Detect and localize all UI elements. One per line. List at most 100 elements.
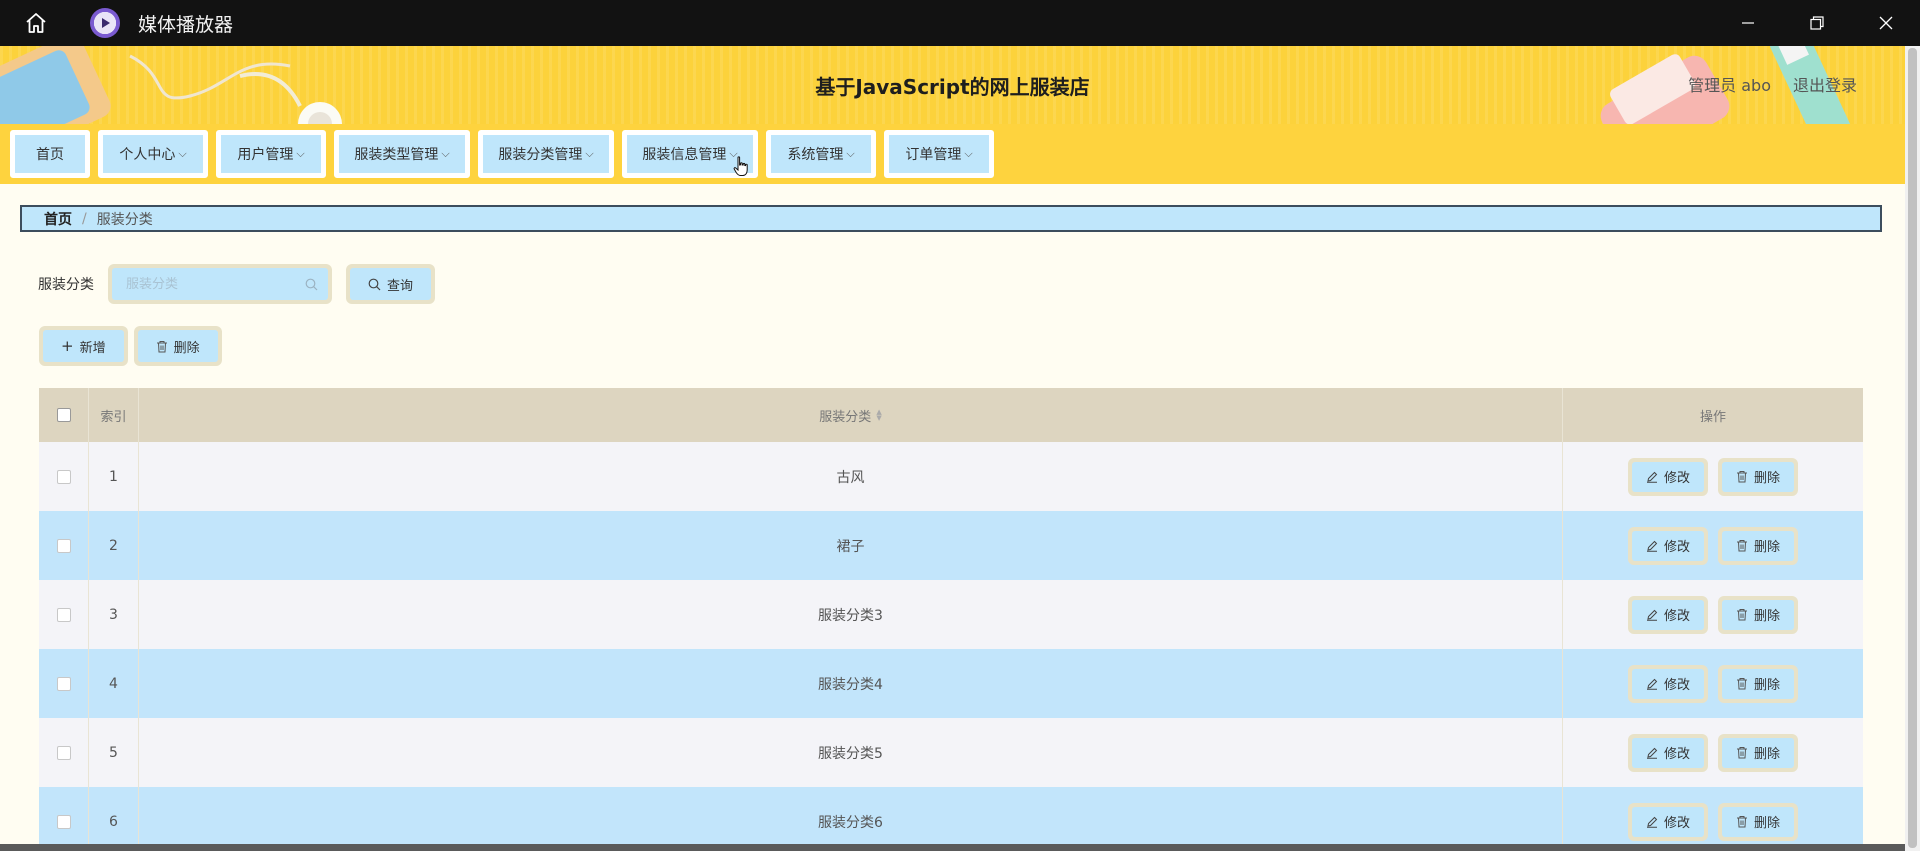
operation-header: 操作	[1699, 409, 1726, 425]
nav-clothing-category-management[interactable]: 服装分类管理 ⌵	[478, 130, 614, 178]
window-title: 媒体播放器	[138, 13, 234, 36]
add-button[interactable]: + 新增	[43, 330, 124, 362]
restore-icon[interactable]	[1782, 0, 1851, 46]
table-row: 5 服装分类5 修改 删除	[39, 718, 1863, 787]
delete-button[interactable]: 删除	[1722, 806, 1795, 837]
breadcrumb-home-link[interactable]: 首页	[44, 209, 72, 229]
edit-icon	[1646, 609, 1658, 621]
row-category-name: 服装分类3	[139, 580, 1563, 649]
row-category-name: 服装分类5	[139, 718, 1563, 787]
delete-button[interactable]: 删除	[1722, 599, 1795, 630]
logout-link[interactable]: 退出登录	[1793, 72, 1857, 96]
table-header: 索引 服装分类 ▲ ▼ 操作	[39, 388, 1863, 442]
minimize-icon[interactable]	[1713, 0, 1782, 46]
edit-icon	[1646, 540, 1658, 552]
row-check-cell	[39, 511, 89, 580]
nav-label: 个人中心	[119, 147, 176, 163]
row-checkbox[interactable]	[56, 676, 71, 691]
row-index: 3	[89, 580, 139, 649]
nav-clothing-type-management[interactable]: 服装类型管理 ⌵	[334, 130, 470, 178]
table-row: 2 裙子 修改 删除	[39, 511, 1863, 580]
delete-button-label: 删除	[1754, 678, 1781, 693]
scrollbar[interactable]	[1905, 46, 1920, 851]
edit-button-label: 修改	[1663, 678, 1690, 693]
add-button-label: 新增	[79, 340, 106, 356]
search-label: 服装分类	[38, 277, 94, 293]
row-check-cell	[39, 580, 89, 649]
nav-label: 系统管理	[787, 147, 844, 163]
row-checkbox[interactable]	[56, 745, 71, 760]
edit-icon	[1646, 678, 1658, 690]
action-row: + 新增 删除	[39, 326, 222, 366]
search-input[interactable]	[126, 276, 296, 292]
row-checkbox[interactable]	[56, 607, 71, 622]
edit-button[interactable]: 修改	[1631, 668, 1704, 699]
select-all-cell	[39, 388, 89, 442]
site-title: 基于JavaScript的网上服装店	[815, 75, 1090, 99]
hand-cursor-icon	[733, 156, 748, 176]
query-button-label: 查询	[387, 278, 414, 294]
delete-button[interactable]: 删除	[1722, 461, 1795, 492]
index-header: 索引	[89, 388, 139, 442]
row-index: 6	[89, 787, 139, 851]
row-operations: 修改 删除	[1563, 511, 1863, 580]
trash-icon	[1737, 471, 1747, 483]
table-row: 4 服装分类4 修改 删除	[39, 649, 1863, 718]
delete-button[interactable]: 删除	[1722, 530, 1795, 561]
row-checkbox[interactable]	[56, 469, 71, 484]
delete-button-label: 删除	[1754, 609, 1781, 624]
row-index: 2	[89, 511, 139, 580]
row-checkbox[interactable]	[56, 814, 71, 829]
edit-button[interactable]: 修改	[1631, 599, 1704, 630]
edit-button[interactable]: 修改	[1631, 737, 1704, 768]
trash-icon	[1737, 678, 1747, 690]
site-header: 基于JavaScript的网上服装店 管理员 abo 退出登录	[0, 46, 1905, 124]
delete-button[interactable]: 删除	[1722, 668, 1795, 699]
name-header-label: 服装分类	[819, 409, 872, 425]
row-checkbox[interactable]	[56, 538, 71, 553]
row-check-cell	[39, 649, 89, 718]
row-index: 1	[89, 442, 139, 511]
delete-button-label: 删除	[173, 340, 200, 356]
scrollbar-thumb[interactable]	[1908, 48, 1917, 848]
row-index: 4	[89, 649, 139, 718]
row-operations: 修改 删除	[1563, 718, 1863, 787]
edit-button-label: 修改	[1663, 540, 1690, 555]
nav-user-management[interactable]: 用户管理 ⌵	[216, 130, 326, 178]
nav-label: 服装类型管理	[354, 147, 439, 163]
search-box	[108, 264, 332, 304]
row-operations: 修改 删除	[1563, 649, 1863, 718]
edit-button[interactable]: 修改	[1631, 530, 1704, 561]
nav-system-management[interactable]: 系统管理 ⌵	[766, 130, 876, 178]
chevron-down-icon: ⌵	[964, 147, 973, 160]
row-category-name: 裙子	[139, 511, 1563, 580]
row-category-name: 服装分类4	[139, 649, 1563, 718]
select-all-checkbox[interactable]	[56, 408, 71, 422]
admin-user-label: 管理员 abo	[1688, 76, 1771, 95]
nav-personal-center[interactable]: 个人中心 ⌵	[98, 130, 208, 178]
bottom-edge	[0, 844, 1905, 851]
edit-button[interactable]: 修改	[1631, 806, 1704, 837]
batch-delete-button[interactable]: 删除	[137, 330, 218, 362]
main-nav: 首页 个人中心 ⌵ 用户管理 ⌵ 服装类型管理 ⌵ 服装分类管理 ⌵ 服装信息管理 ⌵ 系…	[0, 124, 1905, 184]
edit-button[interactable]: 修改	[1631, 461, 1704, 492]
search-row: 服装分类 查询	[38, 264, 436, 304]
trash-icon	[156, 340, 167, 352]
chevron-down-icon: ⌵	[585, 147, 594, 160]
name-header[interactable]: 服装分类 ▲ ▼	[139, 388, 1563, 442]
home-icon[interactable]	[18, 5, 54, 41]
row-check-cell	[39, 718, 89, 787]
delete-button-label: 删除	[1754, 747, 1781, 762]
nav-label: 用户管理	[237, 147, 294, 163]
close-icon[interactable]	[1851, 0, 1920, 46]
row-category-name: 服装分类6	[139, 787, 1563, 851]
edit-button-label: 修改	[1663, 471, 1690, 486]
sort-icon[interactable]: ▲ ▼	[876, 409, 881, 422]
edit-button-label: 修改	[1663, 747, 1690, 762]
chevron-down-icon: ⌵	[296, 147, 305, 160]
nav-order-management[interactable]: 订单管理 ⌵	[884, 130, 994, 178]
delete-button[interactable]: 删除	[1722, 737, 1795, 768]
query-button[interactable]: 查询	[350, 268, 432, 300]
edit-button-label: 修改	[1663, 609, 1690, 624]
nav-home[interactable]: 首页	[10, 130, 90, 178]
